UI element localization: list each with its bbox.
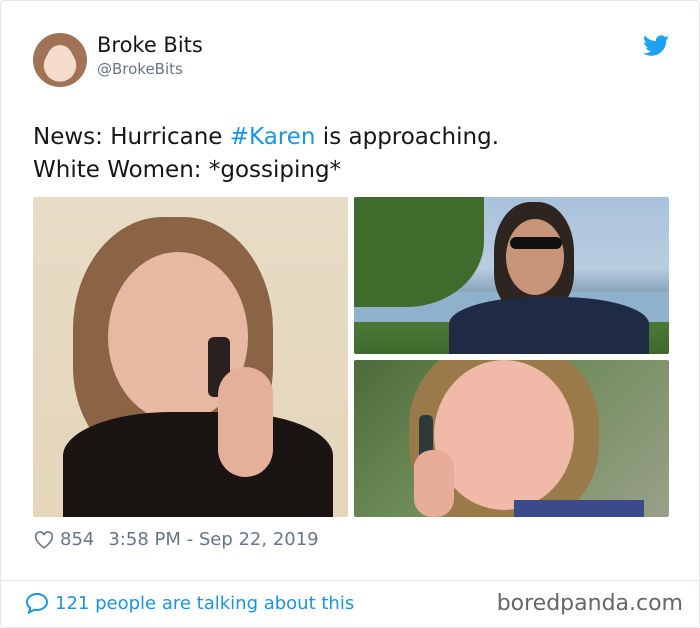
tweet-text-line-2: White Women: *gossiping*	[33, 157, 342, 183]
user-handle[interactable]: @BrokeBits	[97, 60, 183, 78]
avatar-face	[46, 45, 74, 79]
hashtag-link[interactable]: #Karen	[230, 124, 316, 150]
conversation-count-text: 121 people are talking about this	[55, 592, 355, 614]
avatar[interactable]	[33, 33, 87, 87]
photo-woman-on-phone-right[interactable]	[354, 360, 669, 517]
divider	[1, 580, 699, 581]
tweet-text: News: Hurricane #Karen is approaching. W…	[33, 121, 673, 187]
tweet-text-line-1: News: Hurricane #Karen is approaching.	[33, 121, 673, 154]
heart-icon[interactable]	[34, 530, 54, 549]
conversation-link[interactable]: 121 people are talking about this	[25, 592, 354, 614]
like-count[interactable]: 854	[60, 529, 94, 550]
text-after-hashtag: is approaching.	[315, 124, 500, 150]
twitter-bird-icon[interactable]	[643, 35, 669, 57]
tweet-card: Broke Bits @BrokeBits News: Hurricane #K…	[0, 0, 700, 628]
tweet-meta: 854 3:58 PM - Sep 22, 2019	[34, 529, 319, 550]
photo-woman-on-phone-left[interactable]	[33, 197, 348, 517]
photo-woman-sunglasses[interactable]	[354, 197, 669, 354]
watermark: boredpanda.com	[496, 591, 683, 616]
text-before-hashtag: News: Hurricane	[33, 124, 230, 150]
display-name[interactable]: Broke Bits	[97, 33, 203, 57]
speech-bubble-icon	[25, 592, 49, 614]
tweet-timestamp[interactable]: 3:58 PM - Sep 22, 2019	[108, 529, 318, 550]
media-grid	[33, 197, 669, 517]
